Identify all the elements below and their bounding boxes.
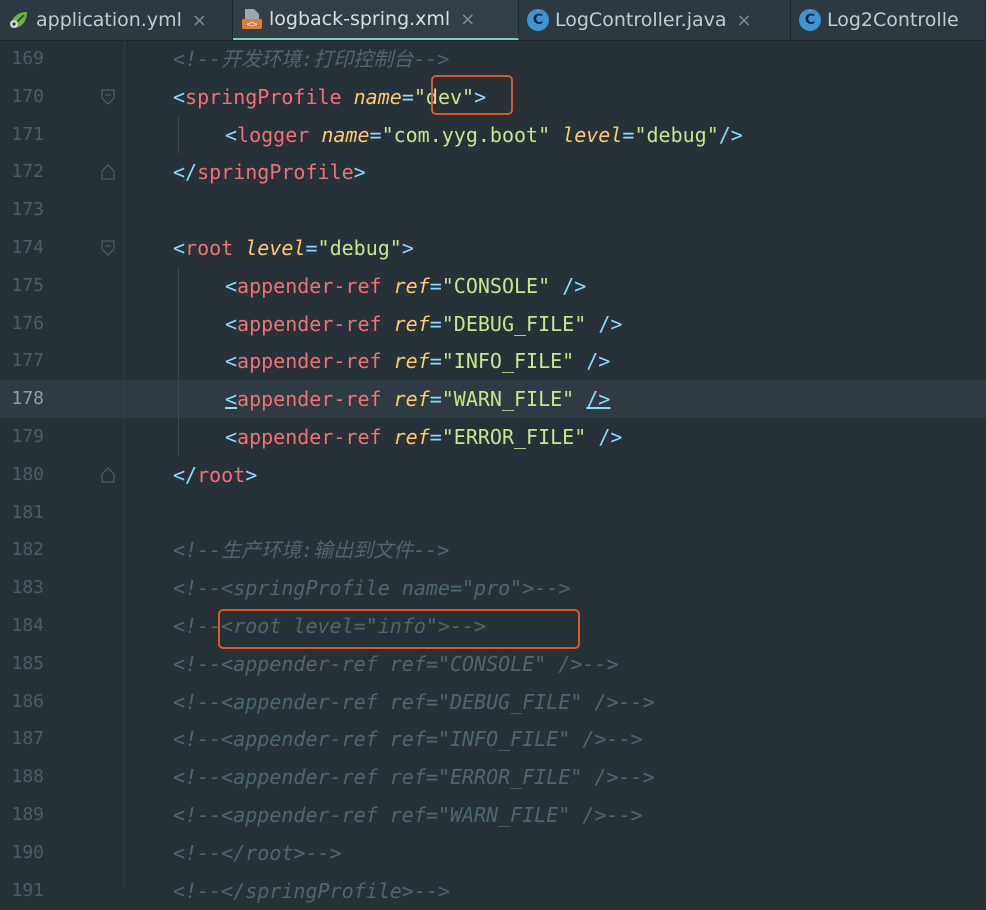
- code-line[interactable]: 177 <appender-ref ref="INFO_FILE" />: [0, 342, 986, 381]
- editor-tab-bar: application.yml × <> logback-spring.xml × C Lo…: [0, 0, 986, 41]
- code-line[interactable]: 172 </springProfile>: [0, 153, 986, 191]
- fold-end-icon[interactable]: [101, 164, 115, 180]
- code-line[interactable]: 182 <!--生产环境:输出到文件-->: [0, 531, 986, 569]
- line-number: 171: [11, 123, 44, 145]
- tab-label: logback-spring.xml: [269, 8, 451, 30]
- code-line[interactable]: 174 <root level="debug">: [0, 229, 986, 267]
- code-line[interactable]: 171 <logger name="com.yyg.boot" level="de…: [0, 115, 986, 154]
- code-text[interactable]: <!--<springProfile name="pro">-->: [173, 576, 570, 600]
- tab-label: Log2Controlle: [827, 9, 959, 31]
- indent-guide: [178, 342, 179, 381]
- tab-log2controlle[interactable]: C Log2Controlle: [791, 0, 986, 40]
- code-text[interactable]: <appender-ref ref="DEBUG_FILE" />: [225, 312, 622, 336]
- indent-guide: [178, 380, 179, 419]
- code-text[interactable]: <!--生产环境:输出到文件-->: [173, 538, 449, 562]
- tab-label: LogController.java: [555, 9, 727, 31]
- code-line[interactable]: 191 <!--</springProfile>-->: [0, 872, 986, 910]
- line-number: 190: [11, 841, 44, 863]
- code-text[interactable]: <appender-ref ref="CONSOLE" />: [225, 274, 586, 298]
- code-text[interactable]: <appender-ref ref="WARN_FILE" />: [225, 387, 610, 411]
- code-text[interactable]: <!--<appender-ref ref="CONSOLE" />-->: [173, 652, 619, 676]
- code-line[interactable]: 180 </root>: [0, 456, 986, 494]
- code-text[interactable]: <!--<appender-ref ref="WARN_FILE" />-->: [173, 803, 643, 827]
- tab-application-yml[interactable]: application.yml ×: [0, 0, 233, 40]
- line-number: 184: [11, 615, 44, 636]
- spring-leaf-icon: [8, 9, 30, 31]
- line-number: 176: [11, 312, 44, 334]
- line-number: 183: [11, 577, 44, 599]
- code-line[interactable]: 190 <!--</root>-->: [0, 834, 986, 872]
- line-number: 180: [11, 463, 44, 485]
- line-number: 179: [11, 426, 44, 447]
- line-number: 172: [11, 161, 44, 183]
- java-class-icon: C: [527, 9, 549, 31]
- fold-open-icon[interactable]: [101, 240, 115, 256]
- line-number: 174: [11, 237, 44, 258]
- fold-open-icon[interactable]: [101, 89, 115, 105]
- code-text[interactable]: <!--<appender-ref ref="ERROR_FILE" />-->: [173, 765, 655, 789]
- code-text[interactable]: <!--<appender-ref ref="DEBUG_FILE" />-->: [173, 690, 655, 714]
- gutter-separator: [124, 40, 125, 888]
- code-line[interactable]: 185 <!--<appender-ref ref="CONSOLE" />-->: [0, 645, 986, 683]
- fold-end-icon[interactable]: [101, 466, 115, 483]
- java-class-icon: C: [799, 9, 821, 31]
- code-text[interactable]: </root>: [173, 463, 257, 487]
- code-line[interactable]: 188 <!--<appender-ref ref="ERROR_FILE" />…: [0, 758, 986, 796]
- line-number: 175: [11, 274, 44, 296]
- indent-guide: [178, 304, 179, 343]
- line-number: 191: [11, 879, 44, 901]
- line-number: 170: [11, 85, 44, 107]
- line-number: 185: [11, 652, 44, 674]
- close-tab-icon[interactable]: ×: [737, 10, 752, 31]
- code-line[interactable]: 173: [0, 191, 986, 229]
- code-line[interactable]: 176 <appender-ref ref="DEBUG_FILE" />: [0, 304, 986, 343]
- code-line[interactable]: 175 <appender-ref ref="CONSOLE" />: [0, 266, 986, 305]
- code-line[interactable]: 179 <appender-ref ref="ERROR_FILE" />: [0, 418, 986, 456]
- code-text[interactable]: <appender-ref ref="INFO_FILE" />: [225, 349, 610, 373]
- tab-logback-spring-xml[interactable]: <> logback-spring.xml ×: [233, 0, 519, 40]
- code-text[interactable]: <!--开发环境:打印控制台-->: [173, 47, 449, 71]
- highlight-box-dev-profile: [431, 75, 513, 115]
- line-number: 178: [11, 388, 44, 410]
- code-line[interactable]: 186 <!--<appender-ref ref="DEBUG_FILE" />…: [0, 683, 986, 721]
- line-number: 169: [11, 48, 44, 69]
- line-number: 182: [11, 539, 44, 561]
- code-line[interactable]: 178 <appender-ref ref="WARN_FILE" />: [0, 380, 986, 419]
- code-text[interactable]: <!--<appender-ref ref="INFO_FILE" />-->: [173, 727, 643, 751]
- code-line[interactable]: 169 <!--开发环境:打印控制台-->: [0, 40, 986, 78]
- indent-guide: [178, 115, 179, 154]
- line-number: 189: [11, 804, 44, 825]
- line-number: 186: [11, 690, 44, 712]
- line-number: 177: [11, 350, 44, 372]
- svg-text:<>: <>: [247, 20, 258, 30]
- line-number: 188: [11, 766, 44, 788]
- indent-guide: [178, 266, 179, 305]
- code-text[interactable]: <!--</springProfile>-->: [173, 879, 450, 903]
- line-number: 187: [11, 728, 44, 750]
- close-tab-icon[interactable]: ×: [460, 9, 475, 30]
- xml-file-icon: <>: [241, 8, 263, 30]
- code-line[interactable]: 183 <!--<springProfile name="pro">-->: [0, 569, 986, 607]
- code-text[interactable]: <!--</root>-->: [173, 841, 342, 865]
- code-text[interactable]: <appender-ref ref="ERROR_FILE" />: [225, 425, 622, 449]
- close-tab-icon[interactable]: ×: [192, 10, 207, 31]
- code-text[interactable]: </springProfile>: [173, 160, 366, 184]
- indent-guide: [178, 418, 179, 456]
- code-text[interactable]: <root level="debug">: [173, 236, 414, 260]
- code-editor[interactable]: 169 <!--开发环境:打印控制台--> 170 <springProfile na…: [0, 40, 986, 903]
- tab-label: application.yml: [36, 9, 182, 31]
- tab-logcontroller-java[interactable]: C LogController.java ×: [519, 0, 791, 40]
- highlight-box-pro-profile: [218, 609, 580, 649]
- line-number: 173: [11, 199, 44, 221]
- code-line[interactable]: 189 <!--<appender-ref ref="WARN_FILE" />-…: [0, 796, 986, 834]
- code-line[interactable]: 181: [0, 494, 986, 532]
- code-line[interactable]: 187 <!--<appender-ref ref="INFO_FILE" />-…: [0, 720, 986, 758]
- code-text[interactable]: <logger name="com.yyg.boot" level="debug…: [225, 123, 743, 147]
- line-number: 181: [11, 501, 44, 523]
